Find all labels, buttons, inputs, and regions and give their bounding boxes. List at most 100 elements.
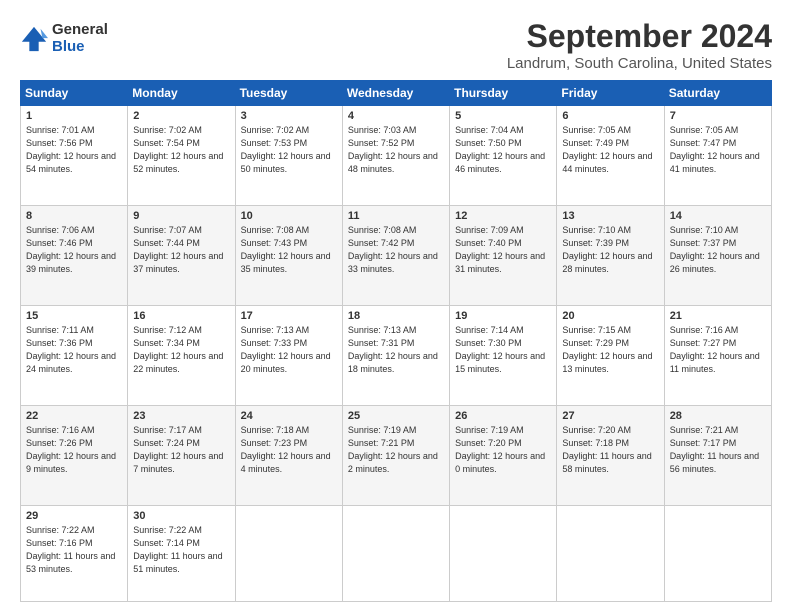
header-saturday: Saturday: [664, 81, 771, 106]
table-row: 21 Sunrise: 7:16 AM Sunset: 7:27 PM Dayl…: [664, 305, 771, 405]
page-header: General Blue September 2024 Landrum, Sou…: [20, 18, 772, 72]
day-number: 6: [562, 110, 658, 122]
table-row: 16 Sunrise: 7:12 AM Sunset: 7:34 PM Dayl…: [128, 305, 235, 405]
table-row: 29 Sunrise: 7:22 AM Sunset: 7:16 PM Dayl…: [21, 505, 128, 601]
cell-info: Sunrise: 7:13 AM Sunset: 7:31 PM Dayligh…: [348, 324, 444, 376]
table-row: 12 Sunrise: 7:09 AM Sunset: 7:40 PM Dayl…: [450, 205, 557, 305]
cell-info: Sunrise: 7:08 AM Sunset: 7:43 PM Dayligh…: [241, 224, 337, 276]
day-number: 9: [133, 210, 229, 222]
day-number: 26: [455, 410, 551, 422]
table-row: 6 Sunrise: 7:05 AM Sunset: 7:49 PM Dayli…: [557, 106, 664, 206]
day-number: 13: [562, 210, 658, 222]
table-row: 20 Sunrise: 7:15 AM Sunset: 7:29 PM Dayl…: [557, 305, 664, 405]
logo-icon: [20, 25, 48, 53]
calendar-header-row: Sunday Monday Tuesday Wednesday Thursday…: [21, 81, 772, 106]
day-number: 1: [26, 110, 122, 122]
cell-info: Sunrise: 7:16 AM Sunset: 7:26 PM Dayligh…: [26, 424, 122, 476]
calendar-title: September 2024: [507, 18, 772, 55]
cell-info: Sunrise: 7:21 AM Sunset: 7:17 PM Dayligh…: [670, 424, 766, 476]
cell-info: Sunrise: 7:08 AM Sunset: 7:42 PM Dayligh…: [348, 224, 444, 276]
table-row: 8 Sunrise: 7:06 AM Sunset: 7:46 PM Dayli…: [21, 205, 128, 305]
day-number: 15: [26, 310, 122, 322]
cell-info: Sunrise: 7:19 AM Sunset: 7:21 PM Dayligh…: [348, 424, 444, 476]
day-number: 24: [241, 410, 337, 422]
day-number: 18: [348, 310, 444, 322]
table-row: [342, 505, 449, 601]
table-row: [557, 505, 664, 601]
table-row: 24 Sunrise: 7:18 AM Sunset: 7:23 PM Dayl…: [235, 405, 342, 505]
header-friday: Friday: [557, 81, 664, 106]
calendar-table: Sunday Monday Tuesday Wednesday Thursday…: [20, 80, 772, 602]
day-number: 20: [562, 310, 658, 322]
cell-info: Sunrise: 7:03 AM Sunset: 7:52 PM Dayligh…: [348, 124, 444, 176]
cell-info: Sunrise: 7:20 AM Sunset: 7:18 PM Dayligh…: [562, 424, 658, 476]
day-number: 3: [241, 110, 337, 122]
day-number: 28: [670, 410, 766, 422]
day-number: 25: [348, 410, 444, 422]
table-row: 22 Sunrise: 7:16 AM Sunset: 7:26 PM Dayl…: [21, 405, 128, 505]
table-row: 26 Sunrise: 7:19 AM Sunset: 7:20 PM Dayl…: [450, 405, 557, 505]
cell-info: Sunrise: 7:22 AM Sunset: 7:14 PM Dayligh…: [133, 524, 229, 576]
table-row: [664, 505, 771, 601]
cell-info: Sunrise: 7:12 AM Sunset: 7:34 PM Dayligh…: [133, 324, 229, 376]
table-row: 7 Sunrise: 7:05 AM Sunset: 7:47 PM Dayli…: [664, 106, 771, 206]
table-row: 10 Sunrise: 7:08 AM Sunset: 7:43 PM Dayl…: [235, 205, 342, 305]
table-row: 18 Sunrise: 7:13 AM Sunset: 7:31 PM Dayl…: [342, 305, 449, 405]
cell-info: Sunrise: 7:01 AM Sunset: 7:56 PM Dayligh…: [26, 124, 122, 176]
cell-info: Sunrise: 7:10 AM Sunset: 7:37 PM Dayligh…: [670, 224, 766, 276]
logo-general-text: General: [52, 22, 108, 39]
table-row: [235, 505, 342, 601]
calendar-subtitle: Landrum, South Carolina, United States: [507, 55, 772, 72]
cell-info: Sunrise: 7:16 AM Sunset: 7:27 PM Dayligh…: [670, 324, 766, 376]
day-number: 10: [241, 210, 337, 222]
day-number: 7: [670, 110, 766, 122]
table-row: 14 Sunrise: 7:10 AM Sunset: 7:37 PM Dayl…: [664, 205, 771, 305]
cell-info: Sunrise: 7:22 AM Sunset: 7:16 PM Dayligh…: [26, 524, 122, 576]
day-number: 23: [133, 410, 229, 422]
day-number: 29: [26, 510, 122, 522]
cell-info: Sunrise: 7:05 AM Sunset: 7:47 PM Dayligh…: [670, 124, 766, 176]
day-number: 16: [133, 310, 229, 322]
cell-info: Sunrise: 7:02 AM Sunset: 7:54 PM Dayligh…: [133, 124, 229, 176]
cell-info: Sunrise: 7:19 AM Sunset: 7:20 PM Dayligh…: [455, 424, 551, 476]
cell-info: Sunrise: 7:06 AM Sunset: 7:46 PM Dayligh…: [26, 224, 122, 276]
title-block: September 2024 Landrum, South Carolina, …: [507, 18, 772, 72]
header-tuesday: Tuesday: [235, 81, 342, 106]
header-thursday: Thursday: [450, 81, 557, 106]
table-row: 2 Sunrise: 7:02 AM Sunset: 7:54 PM Dayli…: [128, 106, 235, 206]
cell-info: Sunrise: 7:02 AM Sunset: 7:53 PM Dayligh…: [241, 124, 337, 176]
day-number: 21: [670, 310, 766, 322]
table-row: 23 Sunrise: 7:17 AM Sunset: 7:24 PM Dayl…: [128, 405, 235, 505]
cell-info: Sunrise: 7:15 AM Sunset: 7:29 PM Dayligh…: [562, 324, 658, 376]
day-number: 11: [348, 210, 444, 222]
day-number: 2: [133, 110, 229, 122]
day-number: 22: [26, 410, 122, 422]
day-number: 27: [562, 410, 658, 422]
calendar-page: General Blue September 2024 Landrum, Sou…: [0, 0, 792, 612]
cell-info: Sunrise: 7:17 AM Sunset: 7:24 PM Dayligh…: [133, 424, 229, 476]
cell-info: Sunrise: 7:10 AM Sunset: 7:39 PM Dayligh…: [562, 224, 658, 276]
header-sunday: Sunday: [21, 81, 128, 106]
table-row: 5 Sunrise: 7:04 AM Sunset: 7:50 PM Dayli…: [450, 106, 557, 206]
table-row: [450, 505, 557, 601]
day-number: 19: [455, 310, 551, 322]
table-row: 19 Sunrise: 7:14 AM Sunset: 7:30 PM Dayl…: [450, 305, 557, 405]
cell-info: Sunrise: 7:13 AM Sunset: 7:33 PM Dayligh…: [241, 324, 337, 376]
cell-info: Sunrise: 7:11 AM Sunset: 7:36 PM Dayligh…: [26, 324, 122, 376]
cell-info: Sunrise: 7:07 AM Sunset: 7:44 PM Dayligh…: [133, 224, 229, 276]
header-wednesday: Wednesday: [342, 81, 449, 106]
table-row: 3 Sunrise: 7:02 AM Sunset: 7:53 PM Dayli…: [235, 106, 342, 206]
cell-info: Sunrise: 7:14 AM Sunset: 7:30 PM Dayligh…: [455, 324, 551, 376]
cell-info: Sunrise: 7:18 AM Sunset: 7:23 PM Dayligh…: [241, 424, 337, 476]
table-row: 27 Sunrise: 7:20 AM Sunset: 7:18 PM Dayl…: [557, 405, 664, 505]
table-row: 28 Sunrise: 7:21 AM Sunset: 7:17 PM Dayl…: [664, 405, 771, 505]
table-row: 11 Sunrise: 7:08 AM Sunset: 7:42 PM Dayl…: [342, 205, 449, 305]
table-row: 25 Sunrise: 7:19 AM Sunset: 7:21 PM Dayl…: [342, 405, 449, 505]
day-number: 14: [670, 210, 766, 222]
day-number: 8: [26, 210, 122, 222]
day-number: 30: [133, 510, 229, 522]
table-row: 4 Sunrise: 7:03 AM Sunset: 7:52 PM Dayli…: [342, 106, 449, 206]
header-monday: Monday: [128, 81, 235, 106]
table-row: 13 Sunrise: 7:10 AM Sunset: 7:39 PM Dayl…: [557, 205, 664, 305]
table-row: 17 Sunrise: 7:13 AM Sunset: 7:33 PM Dayl…: [235, 305, 342, 405]
